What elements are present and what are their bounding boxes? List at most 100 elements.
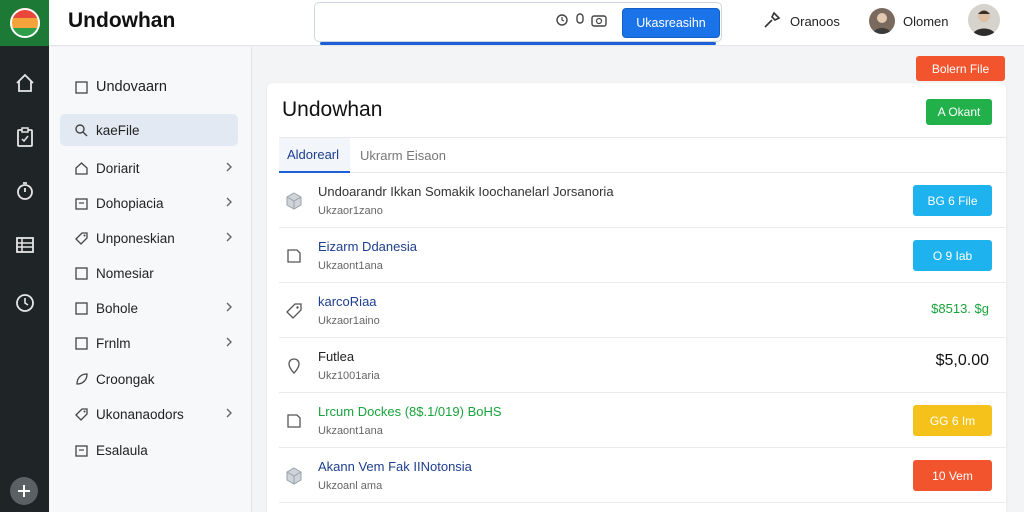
chevron-right-icon [223, 196, 235, 208]
square-icon [73, 300, 89, 316]
clipboard-icon[interactable] [12, 124, 37, 149]
sidebar-item-label: Unponeskian [96, 230, 175, 246]
chevron-right-icon [223, 407, 235, 419]
tab-active[interactable]: Aldorearl [279, 138, 350, 173]
search-icon [73, 122, 89, 138]
list-item-subtitle: Ukzaont1ana [318, 425, 383, 437]
sidebar-item-label: Ukonanaodors [96, 406, 184, 422]
search-box: Ukasreasihn [314, 2, 722, 45]
chevron-right-icon [223, 231, 235, 243]
chevron-right-icon [223, 336, 235, 348]
sidebar-item[interactable]: Frnlm [60, 327, 238, 359]
sidebar-item-label: Undovaarn [96, 79, 167, 95]
list-item-subtitle: Ukz1001aria [318, 370, 380, 382]
camera-icon[interactable] [591, 13, 607, 32]
tab-bar: Aldorearl Ukrarm Eisaon [279, 137, 1006, 173]
square-icon [73, 335, 89, 351]
sidebar-item-label: Dohopiacia [96, 195, 164, 211]
sidebar-item[interactable]: Ukonanaodors [60, 398, 238, 430]
flag-icon [9, 8, 40, 38]
leaf-icon [73, 371, 89, 387]
row-amount: $8513. $g [931, 301, 989, 316]
avatar [869, 8, 895, 34]
add-icon[interactable] [10, 477, 38, 505]
top-action-1-label: Oranoos [790, 14, 840, 29]
box-icon [284, 411, 304, 431]
search-input[interactable] [323, 9, 543, 35]
tools-icon [762, 10, 782, 33]
card-title: Undowhan [282, 98, 383, 121]
history-icon[interactable] [555, 13, 569, 32]
add-button[interactable]: A Okant [926, 99, 992, 125]
main-card: Undowhan A Okant Aldorearl Ukrarm Eisaon… [267, 83, 1006, 512]
app-window: Undowhan Ukasreasihn Oranoos Olomen Undo… [0, 0, 1024, 512]
home-icon[interactable] [12, 70, 37, 95]
top-danger-button[interactable]: Bolern File [916, 56, 1005, 81]
sidebar: Undovaarn kaeFile Doriarit Dohopiacia Unpone… [49, 47, 252, 512]
app-logo[interactable] [0, 0, 49, 46]
list-item-subtitle: Ukzaor1zano [318, 205, 383, 217]
mic-icon[interactable] [575, 13, 585, 32]
house-icon [73, 160, 89, 176]
stopwatch-icon[interactable] [12, 178, 37, 203]
left-rail [0, 0, 49, 512]
chevron-right-icon [223, 301, 235, 313]
list-item[interactable]: Lrcum Dockes (8$.1/019) BoHS Ukzaont1ana G… [279, 393, 1006, 448]
top-bar: Undowhan Ukasreasihn Oranoos Olomen [49, 0, 1024, 46]
list-item-title: Eizarm Ddanesia [318, 239, 417, 254]
clock-icon[interactable] [12, 290, 37, 315]
list-item-title: Lrcum Dockes (8$.1/019) BoHS [318, 404, 502, 419]
sidebar-item[interactable]: Dohopiacia [60, 187, 238, 219]
row-action-button[interactable]: 10 Vem [913, 460, 992, 491]
list-item-title: Akann Vem Fak IINotonsia [318, 459, 472, 474]
search-button[interactable]: Ukasreasihn [622, 8, 720, 38]
top-action-2-label: Olomen [903, 13, 949, 29]
sidebar-item[interactable]: Undovaarn [60, 71, 238, 103]
sidebar-item-label: Esalaula [96, 442, 148, 458]
square-icon [73, 265, 89, 281]
cube-icon [284, 466, 304, 486]
profile-avatar[interactable] [968, 4, 1000, 36]
cube-icon [284, 191, 304, 211]
sidebar-item[interactable]: Doriarit [60, 152, 238, 184]
tag-icon [73, 230, 89, 246]
box-icon [73, 195, 89, 211]
list-item[interactable]: Eizarm Ddanesia Ukzaont1ana O 9 Iab [279, 228, 1006, 283]
sidebar-item[interactable]: Esalaula [60, 434, 238, 466]
sidebar-item[interactable]: kaeFile [60, 114, 238, 146]
app-title: Undowhan [68, 9, 176, 32]
list-item[interactable]: Undoarandr Ikkan Somakik Ioochanelarl Jo… [279, 173, 1006, 228]
tab-inactive[interactable]: Ukrarm Eisaon [360, 138, 446, 173]
sidebar-item-label: Frnlm [96, 335, 131, 351]
sidebar-item-label: Nomesiar [96, 265, 154, 281]
tag-icon [73, 406, 89, 422]
chevron-right-icon [223, 161, 235, 173]
top-action-2[interactable]: Olomen [869, 8, 949, 34]
sidebar-item[interactable]: Bohole [60, 292, 238, 324]
sidebar-item-label: Doriarit [96, 160, 140, 176]
top-action-1[interactable]: Oranoos [762, 10, 840, 33]
list-item-title: karcoRiaa [318, 294, 377, 309]
sidebar-item[interactable]: Unponeskian [60, 222, 238, 254]
sidebar-item-label: Croongak [96, 371, 155, 387]
table-icon[interactable] [12, 232, 37, 257]
list-item-subtitle: Ukzaor1aino [318, 315, 380, 327]
row-action-button[interactable]: O 9 Iab [913, 240, 992, 271]
row-amount: $5,0.00 [935, 352, 989, 369]
row-action-button[interactable]: BG 6 File [913, 185, 992, 216]
box-icon [284, 246, 304, 266]
search-tools [555, 13, 607, 32]
list-item[interactable]: Futlea Ukz1001aria $5,0.00 [279, 338, 1006, 393]
sidebar-item[interactable]: Nomesiar [60, 257, 238, 289]
list-item-title: Futlea [318, 349, 355, 364]
tag-icon [284, 301, 304, 321]
sidebar-item-label: Bohole [96, 300, 139, 316]
list-item-subtitle: Ukzaont1ana [318, 260, 383, 272]
list-item[interactable]: karcoRiaa Ukzaor1aino $8513. $g [279, 283, 1006, 338]
list-item[interactable]: Akann Vem Fak IINotonsia Ukzoanl ama 10 Ve… [279, 448, 1006, 503]
sidebar-item[interactable]: Croongak [60, 363, 238, 395]
row-action-button[interactable]: GG 6 Im [913, 405, 992, 436]
pin-icon [284, 356, 304, 376]
box-icon [73, 442, 89, 458]
list-item-title: Undoarandr Ikkan Somakik Ioochanelarl Jo… [318, 184, 614, 199]
